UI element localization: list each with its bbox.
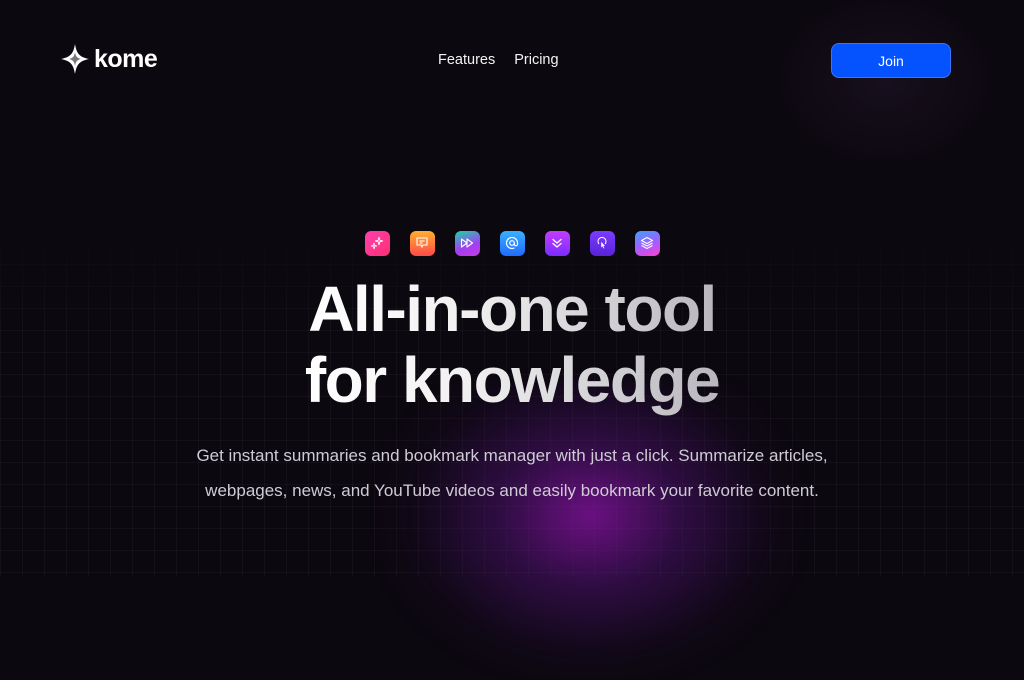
fast-forward-icon [455, 231, 480, 256]
hero-title: All-in-one tool for knowledge [0, 274, 1024, 416]
nav-link-pricing[interactable]: Pricing [514, 52, 558, 68]
tap-cursor-icon [590, 231, 615, 256]
site-header: kome Features Pricing Join [0, 0, 1024, 120]
double-chevron-down-icon [545, 231, 570, 256]
hero-subtitle-line-1: Get instant summaries and bookmark manag… [196, 446, 828, 465]
main-nav: Features Pricing [438, 52, 559, 68]
background-glow [380, 380, 800, 680]
join-button[interactable]: Join [831, 43, 951, 78]
hero-subtitle: Get instant summaries and bookmark manag… [150, 438, 874, 508]
feature-icons-row [365, 231, 660, 256]
nav-link-features[interactable]: Features [438, 52, 495, 68]
brand-name: kome [94, 45, 158, 73]
sparkles-icon [365, 231, 390, 256]
hero-subtitle-line-2: webpages, news, and YouTube videos and e… [205, 481, 819, 500]
logo[interactable]: kome [60, 43, 158, 75]
chat-bubble-icon [410, 231, 435, 256]
four-point-star-icon [61, 44, 89, 74]
layers-icon [635, 231, 660, 256]
at-sign-icon [500, 231, 525, 256]
hero-title-line-1: All-in-one tool [308, 273, 717, 345]
hero-title-line-2: for knowledge [304, 344, 721, 416]
